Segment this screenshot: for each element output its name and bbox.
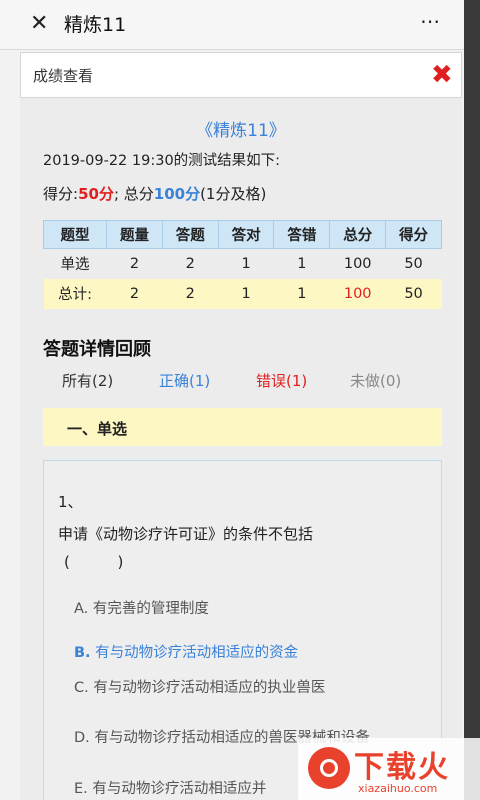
watermark-url: xiazaihuo.com: [358, 782, 438, 795]
table-header-row: 题型 题量 答题 答对 答错 总分 得分: [42, 220, 442, 249]
header-cell: 答题: [161, 220, 219, 249]
exam-title: 《精炼11》: [196, 121, 286, 141]
table-cell: 1: [218, 278, 274, 309]
result-summary-line: 2019-09-22 19:30的测试结果如下:: [43, 153, 281, 169]
page-title: 精炼11: [64, 14, 127, 36]
review-section-title: 答题详情回顾: [43, 339, 151, 360]
table-cell: 50: [404, 255, 423, 272]
option-e[interactable]: E. 有与动物诊疗活动相适应并: [74, 777, 266, 798]
option-letter: A.: [74, 601, 89, 617]
option-text: 有完善的管理制度: [92, 601, 209, 617]
filter-wrong-tab[interactable]: 错误(1): [256, 370, 307, 391]
header-cell: 总分: [329, 220, 387, 249]
filter-all-tab[interactable]: 所有(2): [62, 370, 113, 391]
option-letter: C.: [74, 680, 89, 696]
panel-title: 成绩查看: [33, 67, 94, 85]
total-value: 100分: [153, 185, 201, 203]
table-cell: 100: [329, 278, 386, 309]
watermark-logo-icon: [308, 747, 350, 789]
table-cell: 总计:: [43, 278, 107, 309]
option-text: 有与动物诊疗活动相适应并: [92, 781, 267, 797]
top-navigation-bar: ✕ 精炼11 ⋯: [0, 0, 464, 50]
answer-filter-tabs: 所有(2) 正确(1) 错误(1) 未做(0): [43, 370, 442, 396]
score-line: 得分:50分; 总分100分(1分及格): [43, 183, 266, 204]
table-cell: 50: [385, 278, 442, 309]
pass-note: (1分及格): [200, 185, 267, 203]
table-cell: 1: [241, 255, 251, 272]
table-cell: 单选: [60, 257, 90, 274]
total-label: ; 总分: [113, 185, 154, 203]
table-cell: 1: [297, 255, 307, 272]
table-total-row: 总计: 2 2 1 1 100 50: [43, 278, 442, 309]
more-options-icon[interactable]: ⋯: [420, 9, 441, 33]
option-letter: B.: [74, 645, 91, 661]
score-value: 50分: [78, 185, 114, 203]
table-cell: 2: [106, 278, 163, 309]
score-table: 题型 题量 答题 答对 答错 总分 得分 单选 2 2 1 1 100 50 总…: [42, 220, 442, 309]
table-row: 单选 2 2 1 1 100 50: [44, 249, 442, 279]
score-panel: 成绩查看 ✖ 《精炼11》 2019-09-22 19:30的测试结果如下: 得…: [20, 52, 462, 800]
option-c[interactable]: C. 有与动物诊疗活动相适应的执业兽医: [74, 676, 325, 697]
option-b-correct[interactable]: B. 有与动物诊疗活动相适应的资金: [74, 641, 298, 662]
table-cell: 2: [129, 255, 140, 272]
filter-undone-tab[interactable]: 未做(0): [350, 370, 401, 391]
question-number: 1、: [58, 493, 83, 511]
table-cell: 100: [343, 255, 372, 272]
question-section-header: 一、单选: [43, 408, 442, 446]
close-icon[interactable]: ✕: [30, 12, 52, 36]
option-a[interactable]: A. 有完善的管理制度: [74, 597, 209, 618]
option-text: 有与动物诊疗活动相适应的执业兽医: [93, 680, 326, 696]
header-cell: 得分: [385, 220, 442, 249]
header-cell: 题型: [42, 220, 108, 249]
filter-correct-tab[interactable]: 正确(1): [159, 370, 210, 391]
header-cell: 答对: [217, 220, 275, 249]
watermark-text: 下载火: [354, 750, 450, 785]
header-cell: 答错: [273, 220, 331, 249]
table-cell: 2: [162, 278, 219, 309]
option-letter: D.: [74, 730, 90, 746]
score-label: 得分:: [43, 185, 79, 203]
option-letter: E.: [74, 781, 88, 797]
table-cell: 1: [273, 278, 330, 309]
table-cell: 2: [185, 255, 195, 272]
answer-blank: ( ): [64, 553, 124, 571]
section-label: 一、单选: [67, 420, 128, 438]
option-text: 有与动物诊疗活动相适应的资金: [95, 645, 299, 661]
panel-close-icon[interactable]: ✖: [431, 60, 453, 90]
question-text: 申请《动物诊疗许可证》的条件不包括: [58, 525, 314, 543]
right-edge-strip: [464, 0, 480, 800]
site-watermark: 下载火 xiazaihuo.com: [298, 738, 480, 800]
header-cell: 题量: [106, 220, 163, 249]
panel-header: 成绩查看 ✖: [20, 52, 462, 98]
